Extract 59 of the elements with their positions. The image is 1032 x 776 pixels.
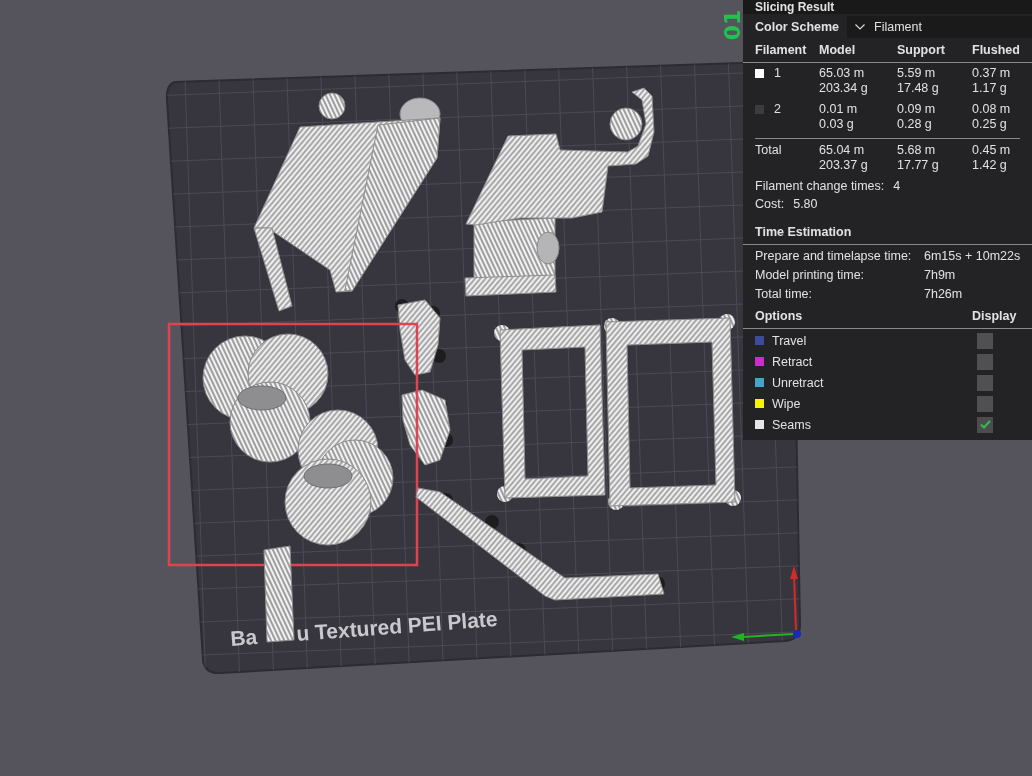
filament-number: 2 (774, 102, 781, 117)
column-header: Filament (755, 43, 808, 58)
column-header: Support (897, 43, 946, 58)
option-label: Unretract (772, 375, 824, 390)
plate-label: Ba (229, 625, 259, 650)
time-label: Prepare and timelapse time: (755, 248, 913, 265)
display-checkbox[interactable] (977, 395, 993, 412)
column-header: Model (819, 43, 857, 58)
table-cell-text: 203.34 g (819, 81, 869, 96)
option-label: Travel (772, 333, 807, 348)
table-cell-text: 0.28 g (897, 117, 933, 132)
table-cell-text: 65.04 m (819, 143, 866, 158)
panel-title: Slicing Result (743, 0, 1032, 14)
summary-value: 5.80 (793, 196, 818, 213)
color-scheme-label: Color Scheme (755, 20, 841, 34)
table-cell-text: 0.25 g (972, 117, 1008, 132)
table-cell-text: 5.68 m (897, 143, 937, 158)
table-cell-text: 203.37 g (819, 158, 869, 173)
time-value: 7h26m (924, 286, 964, 303)
table-cell-text: 17.48 g (897, 81, 940, 96)
option-label: Seams (772, 417, 811, 432)
display-checkbox[interactable] (977, 332, 993, 349)
table-cell-text: 17.77 g (897, 158, 940, 173)
summary-label: Cost: (755, 196, 785, 213)
checkmark-icon (979, 420, 991, 429)
table-cell-text: 0.37 m (972, 66, 1012, 81)
section-title: Time Estimation (755, 225, 852, 239)
table-cell-text: 65.03 m (819, 66, 866, 81)
chevron-down-icon (855, 24, 865, 30)
summary-label: Filament change times: (755, 178, 885, 195)
table-cell-text: 0.08 m (972, 102, 1012, 117)
table-cell-text: 0.01 m (819, 102, 859, 117)
table-cell-text: 0.09 m (897, 102, 937, 117)
table-cell-text: 0.45 m (972, 143, 1012, 158)
time-label: Total time: (755, 286, 813, 303)
color-scheme-dropdown[interactable]: Filament (847, 16, 1032, 38)
filament-number: 1 (774, 66, 781, 81)
plate-label: u Textured PEI Plate (295, 606, 499, 645)
time-label: Model printing time: (755, 267, 866, 284)
total-label: Total (755, 143, 782, 158)
time-value: 7h9m (924, 267, 957, 284)
display-checkbox[interactable] (977, 374, 993, 391)
table-cell-text: 5.59 m (897, 66, 937, 81)
axis-origin-dot (793, 630, 801, 638)
display-checkbox[interactable] (977, 416, 993, 433)
option-label: Retract (772, 354, 813, 369)
option-label: Wipe (772, 396, 801, 411)
vertical-axis-arrow (790, 566, 798, 631)
column-header: Flushed (972, 43, 1020, 58)
display-checkbox[interactable] (977, 353, 993, 370)
column-header: Display (972, 309, 1018, 324)
time-value: 6m15s + 10m22s (924, 248, 1022, 265)
horizontal-axis-arrow (731, 633, 795, 641)
table-cell-text: 0.03 g (819, 117, 855, 132)
table-cell-text: 1.17 g (972, 81, 1008, 96)
summary-value: 4 (893, 178, 901, 195)
table-cell-text: 1.42 g (972, 158, 1008, 173)
plate-number: 01 (719, 9, 745, 41)
section-title: Options (755, 309, 804, 324)
